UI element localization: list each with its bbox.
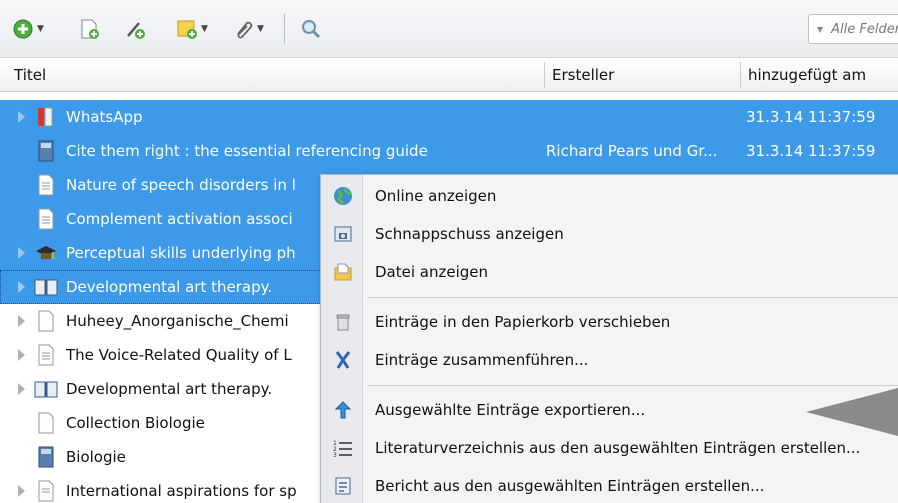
folder-file-icon (334, 263, 352, 281)
add-attachment-button[interactable]: ▼ (232, 12, 264, 46)
book-red-icon (38, 107, 53, 127)
row-title: Collection Biologie (66, 414, 205, 432)
table-row[interactable]: WhatsApp 31.3.14 11:37:59 (0, 100, 898, 134)
column-header-creator[interactable]: Ersteller (546, 58, 614, 92)
column-divider[interactable] (740, 62, 741, 88)
globe-icon (334, 187, 352, 205)
book-blue-icon (38, 446, 54, 468)
open-book-icon (34, 381, 58, 398)
annotation-arrow-icon (806, 388, 898, 436)
new-item-button[interactable]: ▼ (12, 12, 44, 46)
document-plus-icon (81, 19, 99, 39)
row-title: The Voice-Related Quality of L (66, 346, 292, 364)
new-standalone-note-button[interactable]: ▼ (176, 12, 208, 46)
open-book-icon (34, 279, 58, 296)
row-added: 31.3.14 11:37:59 (746, 108, 876, 126)
menu-item-move-to-trash[interactable]: Einträge in den Papierkorb verschieben (321, 303, 898, 341)
expand-twisty-icon[interactable] (18, 281, 25, 293)
row-title: Nature of speech disorders in l (66, 176, 296, 194)
menu-item-view-file[interactable]: Datei anzeigen (321, 253, 898, 291)
menu-separator (367, 297, 898, 298)
merge-icon (335, 351, 351, 369)
menu-item-view-snapshot[interactable]: Schnappschuss anzeigen (321, 215, 898, 253)
expand-twisty-icon[interactable] (18, 111, 25, 123)
menu-item-create-report[interactable]: Bericht aus den ausgewählten Einträgen e… (321, 467, 898, 503)
trash-icon (336, 314, 350, 331)
search-input[interactable]: ▼ Alle Felder (808, 14, 898, 44)
row-title: Perceptual skills underlying ph (66, 244, 296, 262)
green-plus-icon (13, 19, 33, 39)
document-icon (38, 344, 54, 366)
menu-item-label: Literaturverzeichnis aus den ausgewählte… (375, 439, 861, 457)
report-icon (335, 477, 351, 495)
menu-item-label: Einträge in den Papierkorb verschieben (375, 313, 671, 331)
svg-text:3: 3 (333, 452, 337, 458)
document-icon (38, 480, 54, 502)
row-title: International aspirations for sp (66, 482, 297, 500)
book-blue-icon (38, 140, 54, 162)
advanced-search-button[interactable] (300, 12, 322, 46)
context-menu: Online anzeigen Schnappschuss anzeigen D… (320, 174, 898, 503)
menu-item-merge-items[interactable]: Einträge zusammenführen... (321, 341, 898, 379)
menu-item-label: Einträge zusammenführen... (375, 351, 589, 369)
menu-separator (367, 385, 898, 386)
toolbar-separator (284, 14, 285, 44)
row-title: Biologie (66, 448, 126, 466)
row-title: Complement activation associ (66, 210, 293, 228)
magic-wand-icon (127, 22, 145, 39)
menu-item-label: Datei anzeigen (375, 263, 489, 281)
snapshot-icon (334, 226, 352, 242)
blank-page-icon (38, 310, 54, 332)
table-row[interactable]: Cite them right : the essential referenc… (0, 134, 898, 168)
add-by-identifier-button[interactable] (124, 12, 146, 46)
menu-item-label: Online anzeigen (375, 187, 497, 205)
expand-twisty-icon[interactable] (18, 383, 25, 395)
dropdown-arrow-icon: ▼ (37, 24, 44, 34)
menu-item-label: Bericht aus den ausgewählten Einträgen e… (375, 477, 765, 495)
row-title: Huheey_Anorganische_Chemi (66, 312, 289, 330)
expand-twisty-icon[interactable] (18, 315, 25, 327)
export-arrow-icon (334, 401, 352, 419)
row-creator: Richard Pears und Gr... (546, 142, 718, 160)
row-title: Cite them right : the essential referenc… (66, 142, 428, 160)
magnifier-icon (302, 20, 321, 39)
row-title: WhatsApp (66, 108, 143, 126)
menu-item-label: Schnappschuss anzeigen (375, 225, 564, 243)
toolbar: ▼ ▼ ▼ ▼ Alle Felder (0, 0, 898, 58)
blank-page-icon (38, 412, 54, 434)
row-title: Developmental art therapy. (66, 278, 273, 296)
search-mode-dropdown-icon[interactable]: ▼ (817, 25, 823, 34)
note-plus-icon (177, 20, 197, 39)
row-added: 31.3.14 11:37:59 (746, 142, 876, 160)
expand-twisty-icon[interactable] (18, 485, 25, 497)
row-title: Developmental art therapy. (66, 380, 273, 398)
expand-twisty-icon[interactable] (18, 349, 25, 361)
dropdown-arrow-icon: ▼ (257, 24, 264, 34)
graduation-cap-icon (36, 246, 56, 259)
column-header-title[interactable]: Titel (8, 58, 46, 92)
column-header: Titel Ersteller hinzugefügt am (0, 58, 898, 92)
document-icon (38, 208, 54, 230)
menu-item-view-online[interactable]: Online anzeigen (321, 177, 898, 215)
document-icon (38, 174, 54, 196)
list-icon: 123 (333, 440, 352, 458)
menu-item-label: Ausgewählte Einträge exportieren... (375, 401, 646, 419)
search-placeholder: Alle Felder (831, 21, 898, 37)
column-header-added[interactable]: hinzugefügt am (742, 58, 866, 92)
new-note-button[interactable] (78, 12, 100, 46)
dropdown-arrow-icon: ▼ (201, 24, 208, 34)
paperclip-icon (237, 21, 253, 39)
column-divider[interactable] (544, 62, 545, 88)
expand-twisty-icon[interactable] (18, 247, 25, 259)
